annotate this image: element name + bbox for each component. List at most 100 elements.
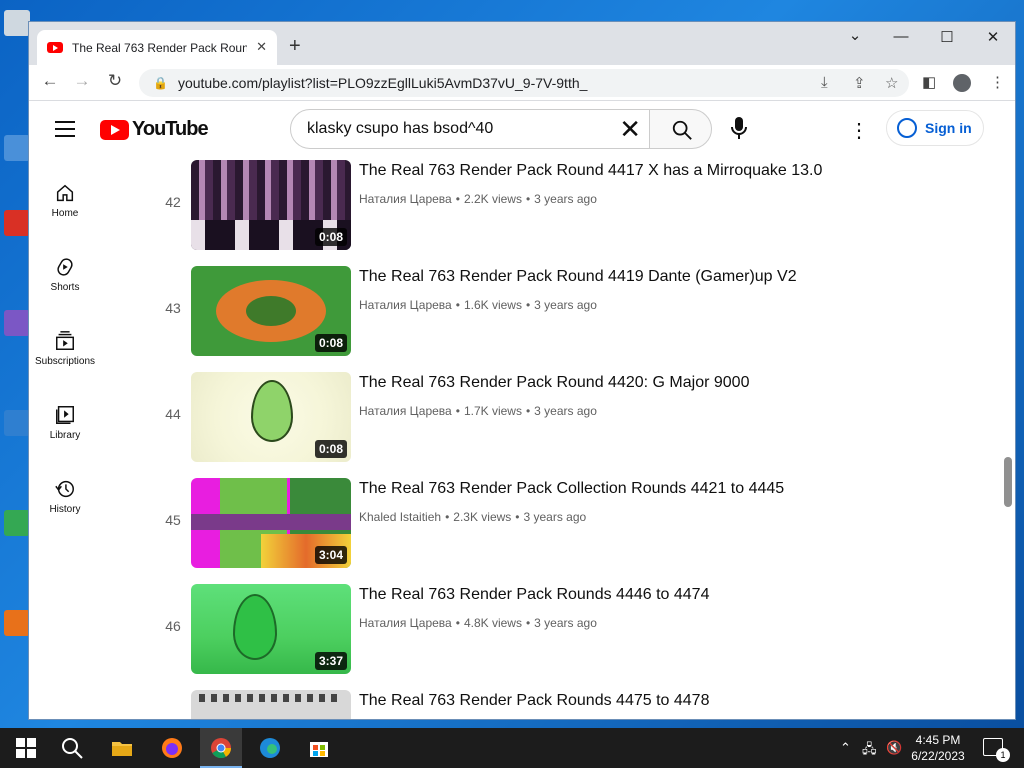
video-thumbnail[interactable]: 3:37 [191,584,351,674]
taskbar: ⌃ 🖧 🔇 4:45 PM 6/22/2023 1 [0,728,1024,768]
sign-in-button[interactable]: Sign in [886,110,984,146]
bookmark-star-icon[interactable]: ☆ [885,74,898,92]
channel-name[interactable]: Наталия Царева [359,192,452,206]
channel-name[interactable]: Khaled Istaitieh [359,510,441,524]
settings-menu-icon[interactable]: ⋮ [849,118,869,143]
forward-button[interactable]: → [70,71,94,91]
video-title[interactable]: The Real 763 Render Pack Round 4420: G M… [359,374,749,392]
guide-item-shorts[interactable]: Shorts [29,256,101,293]
video-duration: 0:08 [314,228,347,246]
view-count: 1.7K views [463,404,522,418]
view-count: 2.2K views [463,192,522,206]
network-icon[interactable]: 🖧 [862,740,877,762]
video-duration: 3:04 [314,546,347,564]
notification-center-icon[interactable]: 1 [983,738,1010,762]
show-hidden-icons-chevron-icon[interactable]: ⌃ [840,740,851,756]
channel-name[interactable]: Наталия Царева [359,298,452,312]
clock-date: 6/22/2023 [911,749,965,763]
playlist-row[interactable]: The Real 763 Render Pack Rounds 4475 to … [149,690,1009,719]
side-panel-icon[interactable]: ◧ [922,73,936,91]
video-thumbnail[interactable]: 3:04 [191,478,351,568]
video-thumbnail[interactable]: 0:08 [191,372,351,462]
edge-icon[interactable] [258,736,282,760]
upload-age: 3 years ago [534,616,597,630]
playlist-row[interactable]: 44 0:08 The Real 763 Render Pack Round 4… [149,372,1009,466]
video-title[interactable]: The Real 763 Render Pack Rounds 4446 to … [359,586,709,604]
app-icon [4,410,30,436]
maximize-button[interactable]: ☐ [932,28,962,46]
video-title[interactable]: The Real 763 Render Pack Rounds 4475 to … [359,692,709,710]
row-index: 46 [165,618,181,634]
search-query: klasky csupo has bsod^40 [307,120,494,137]
guide-label: History [49,504,81,515]
app-icon [4,135,30,161]
row-index: 44 [165,406,181,422]
youtube-header: YouTube klasky csupo has bsod^40 ✕ ⋮ Sig… [29,102,1015,158]
youtube-logo[interactable]: YouTube [100,118,209,141]
guide-label: Shorts [50,282,80,293]
search-button[interactable] [649,109,712,149]
hamburger-menu-icon[interactable] [55,121,75,142]
notification-count-badge: 1 [996,748,1010,762]
tab-close-icon[interactable]: ✕ [256,39,267,55]
app-icon [4,510,30,536]
address-bar[interactable]: 🔒 youtube.com/playlist?list=PLO9zzEgllLu… [139,69,909,97]
guide-item-history[interactable]: History [29,478,101,515]
sign-in-label: Sign in [925,120,972,136]
close-window-button[interactable]: ✕ [978,28,1008,46]
guide-item-library[interactable]: Library [29,404,101,441]
playlist-row[interactable]: 42 0:08 The Real 763 Render Pack Round 4… [149,160,1009,254]
profile-avatar-icon[interactable] [953,74,971,92]
playlist-row[interactable]: 43 0:08 The Real 763 Render Pack Round 4… [149,266,1009,360]
video-meta: Наталия Царева • 4.8K views • 3 years ago [359,616,597,630]
channel-name[interactable]: Наталия Царева [359,404,452,418]
video-thumbnail[interactable]: 0:08 [191,266,351,356]
firefox-icon[interactable] [160,736,184,760]
video-thumbnail[interactable]: 0:08 [191,160,351,250]
chrome-icon [211,738,232,759]
file-explorer-icon[interactable] [110,736,134,760]
upload-age: 3 years ago [534,298,597,312]
youtube-favicon-icon [47,42,63,53]
microsoft-store-icon[interactable] [307,736,331,760]
video-title[interactable]: The Real 763 Render Pack Round 4417 X ha… [359,162,822,180]
back-button[interactable]: ← [38,71,62,91]
video-title[interactable]: The Real 763 Render Pack Round 4419 Dant… [359,268,797,286]
playlist-row[interactable]: 45 3:04 The Real 763 Render Pack Collect… [149,478,1009,572]
windows-start-icon[interactable] [14,736,38,760]
tab-strip: The Real 763 Render Pack Round ✕ + ⌄ — ☐… [29,22,1015,65]
playlist-row[interactable]: 46 3:37 The Real 763 Render Pack Rounds … [149,584,1009,678]
youtube-play-icon [100,119,129,140]
clear-search-icon[interactable]: ✕ [619,115,641,143]
system-clock[interactable]: 4:45 PM 6/22/2023 [907,732,969,764]
recycle-bin-icon [4,10,30,36]
search-input[interactable]: klasky csupo has bsod^40 ✕ [290,109,650,149]
minimize-button[interactable]: — [886,28,916,45]
browser-tab[interactable]: The Real 763 Render Pack Round ✕ [37,30,277,65]
thumbnail-art [233,594,277,660]
thumbnail-art [251,380,293,442]
volume-muted-icon[interactable]: 🔇 [886,740,902,756]
search-icon[interactable] [60,736,84,760]
clock-time: 4:45 PM [915,733,961,747]
guide-item-subscriptions[interactable]: Subscriptions [29,330,101,367]
browser-menu-icon[interactable]: ⋮ [990,73,1005,91]
search-icon [672,120,692,140]
tab-search-chevron-icon[interactable]: ⌄ [840,26,870,44]
app-icon [4,610,30,636]
view-count: 2.3K views [453,510,512,524]
view-count: 4.8K views [463,616,522,630]
reload-button[interactable]: ↻ [103,71,127,91]
new-tab-button[interactable]: + [289,35,301,58]
guide-label: Subscriptions [34,356,96,367]
chrome-taskbar-button[interactable] [200,728,242,768]
video-title[interactable]: The Real 763 Render Pack Collection Roun… [359,480,784,498]
microphone-icon[interactable] [729,116,749,140]
channel-name[interactable]: Наталия Царева [359,616,452,630]
video-thumbnail[interactable] [191,690,351,719]
page-scrollbar-thumb[interactable] [1004,457,1012,507]
row-index: 45 [165,512,181,528]
guide-item-home[interactable]: Home [29,182,101,219]
share-icon[interactable]: ⇪ [853,74,866,92]
install-app-icon[interactable]: ⤓ [821,74,828,91]
